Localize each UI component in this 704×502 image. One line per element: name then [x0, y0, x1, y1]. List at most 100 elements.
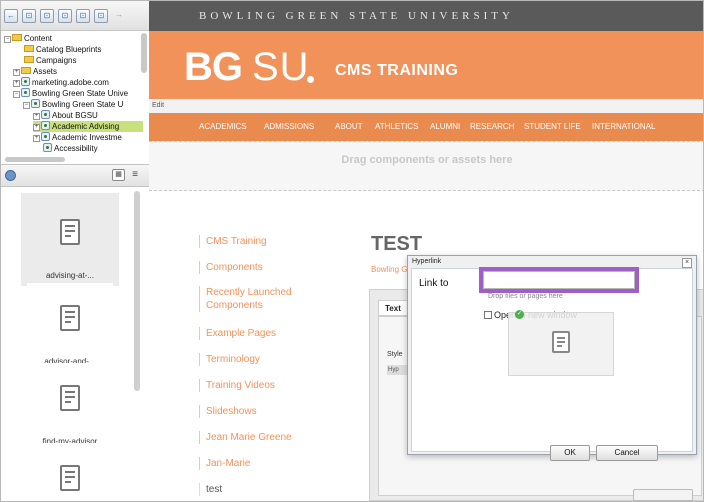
folder-icon	[24, 45, 34, 52]
expand-icon[interactable]: +	[33, 135, 40, 142]
tree-item[interactable]: + About BGSU	[33, 110, 98, 121]
grid-view-icon[interactable]: ▦	[112, 169, 125, 181]
tree-horizontal-scrollbar[interactable]	[5, 157, 65, 162]
sidekick-panel: ← ⊡ ⊡ ⊡ ⊡ ⊡ → − Content Catalog Blueprint…	[1, 1, 149, 501]
tree-item-selected[interactable]: + Academic Advising	[33, 121, 143, 132]
main-nav: ACADEMICS ADMISSIONS ABOUT ATHLETICS ALU…	[149, 113, 703, 141]
page-title: TEST	[371, 233, 423, 255]
collapse-icon[interactable]: −	[23, 102, 30, 109]
asset-thumbnail	[27, 283, 113, 353]
component-dropzone[interactable]: Drag components or assets here	[149, 141, 703, 191]
expand-icon[interactable]: +	[33, 124, 40, 131]
site-banner: BG SU CMS TRAINING	[149, 31, 703, 99]
expand-icon[interactable]: +	[13, 80, 20, 87]
hyperlink-text: Hyp	[387, 365, 407, 375]
tree-item[interactable]: + marketing.adobe.com	[13, 77, 109, 88]
page-icon[interactable]: ⊡	[22, 9, 36, 23]
cms-training-title: CMS TRAINING	[335, 62, 459, 79]
refresh-icon[interactable]	[5, 170, 16, 181]
screen: ← ⊡ ⊡ ⊡ ⊡ ⊡ → − Content Catalog Blueprint…	[0, 0, 704, 502]
page-icon	[41, 132, 50, 141]
expand-icon[interactable]: +	[13, 69, 20, 76]
tree-item[interactable]: + Academic Investme	[33, 132, 122, 143]
assets-scrollbar[interactable]	[134, 191, 140, 391]
nav-academics[interactable]: ACADEMICS	[199, 113, 247, 141]
tree-item-content[interactable]: − Content	[4, 33, 52, 44]
forward-icon[interactable]: →	[112, 9, 126, 23]
collapse-icon[interactable]: −	[13, 91, 20, 98]
breadcrumb[interactable]: Bowling G	[371, 265, 407, 274]
nav-research[interactable]: RESEARCH	[470, 113, 514, 141]
nav-athletics[interactable]: ATHLETICS	[375, 113, 418, 141]
sidenav-item[interactable]: Slideshows	[199, 405, 309, 418]
nav-admissions[interactable]: ADMISSIONS	[264, 113, 314, 141]
edit-label[interactable]: Edit	[152, 102, 164, 109]
page-icon	[60, 385, 80, 411]
new-window-checkbox[interactable]	[484, 311, 492, 319]
sidenav-item[interactable]: Components	[199, 261, 309, 274]
link-to-label: Link to	[419, 278, 449, 289]
tree-item[interactable]: Accessibility	[43, 143, 98, 154]
tree-item[interactable]: + Assets	[13, 66, 57, 77]
assets-toolbar: ▦ ≡	[1, 165, 149, 187]
dropzone-label: Drag components or assets here	[341, 154, 513, 166]
footer-button[interactable]	[633, 489, 693, 501]
university-header: BOWLING GREEN STATE UNIVERSITY	[149, 1, 703, 31]
page-icon	[31, 99, 40, 108]
dragged-asset-ghost	[508, 312, 614, 376]
bgsu-logo-su[interactable]: SU	[252, 45, 310, 90]
sidenav-item[interactable]: CMS Training	[199, 235, 309, 248]
page-canvas: BOWLING GREEN STATE UNIVERSITY BG SU CMS…	[149, 1, 703, 501]
tree-item[interactable]: − Bowling Green State U	[23, 99, 123, 110]
nav-about[interactable]: ABOUT	[335, 113, 363, 141]
nav-international[interactable]: INTERNATIONAL	[592, 113, 655, 141]
list-view-icon[interactable]: ≡	[129, 169, 141, 181]
asset-item[interactable]: find-my-advisor	[21, 363, 119, 446]
cancel-button[interactable]: Cancel	[596, 445, 658, 461]
sidenav-item[interactable]: Example Pages	[199, 327, 309, 340]
back-icon[interactable]: ←	[4, 9, 18, 23]
page-icon	[21, 88, 30, 97]
asset-thumbnail	[27, 363, 113, 433]
versioning-icon[interactable]: ⊡	[76, 9, 90, 23]
info-icon[interactable]: ⊡	[94, 9, 108, 23]
asset-item[interactable]: advisor-and-...	[21, 283, 119, 366]
asset-thumbnail	[27, 197, 113, 267]
nav-student-life[interactable]: STUDENT LIFE	[524, 113, 581, 141]
asset-thumbnail	[27, 443, 113, 501]
workflow-icon[interactable]: ⊡	[58, 9, 72, 23]
bgsu-logo-bg[interactable]: BG	[184, 45, 243, 90]
page-icon	[41, 121, 50, 130]
page-icon	[41, 110, 50, 119]
close-icon[interactable]: ×	[682, 258, 692, 268]
folder-icon	[24, 56, 34, 63]
asset-item[interactable]: advising-at-...	[21, 193, 119, 286]
sidenav-item[interactable]: Training Videos	[199, 379, 309, 392]
page-icon	[21, 77, 30, 86]
tree-item[interactable]: − Bowling Green State Unive	[13, 88, 128, 99]
sidenav-item[interactable]: Recently Launched Components	[199, 286, 309, 312]
sidenav-item[interactable]: Terminology	[199, 353, 309, 366]
expand-icon[interactable]: +	[33, 113, 40, 120]
folder-icon	[21, 67, 31, 74]
sidenav-item[interactable]: Jan-Marie	[199, 457, 309, 470]
collapse-icon[interactable]: −	[4, 36, 11, 43]
sidenav-item[interactable]: test	[199, 483, 309, 496]
style-label: Style	[387, 351, 403, 358]
nav-alumni[interactable]: ALUMNI	[430, 113, 460, 141]
edit-bar[interactable]: Edit	[149, 99, 703, 113]
asset-card[interactable]: advising-at-...	[21, 193, 119, 286]
dialog-title: Hyperlink	[412, 258, 442, 265]
folder-icon	[12, 34, 22, 41]
drop-hint: Drop files or pages here	[488, 293, 563, 300]
tree-item[interactable]: Campaigns	[24, 55, 76, 66]
tree-item[interactable]: Catalog Blueprints	[24, 44, 101, 55]
page-icon	[60, 305, 80, 331]
asset-item[interactable]	[21, 443, 119, 501]
tree-scrollbar[interactable]	[141, 33, 147, 73]
page-icon	[43, 143, 52, 152]
page-icon	[60, 219, 80, 245]
sidenav-item[interactable]: Jean Marie Greene	[199, 431, 309, 444]
components-icon[interactable]: ⊡	[40, 9, 54, 23]
ok-button[interactable]: OK	[550, 445, 590, 461]
